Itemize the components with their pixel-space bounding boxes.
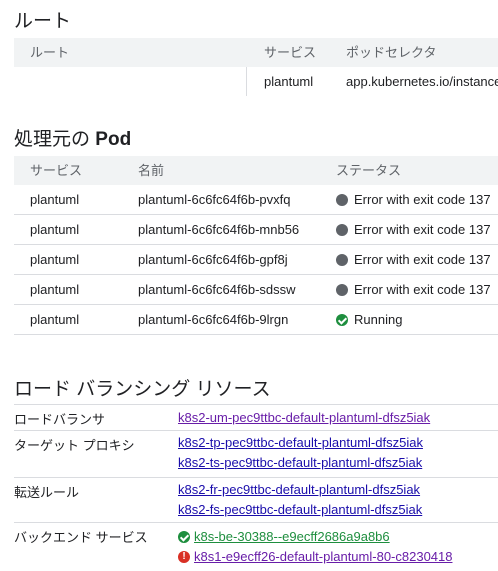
pods-header-row: サービス 名前 ステータス xyxy=(14,156,498,185)
lb-label-backend-service: バックエンド サービス xyxy=(14,530,148,545)
route-selector-cell: app.kubernetes.io/instance xyxy=(346,74,498,89)
column-divider xyxy=(246,67,247,96)
pod-status: Error with exit code 137 xyxy=(336,275,491,304)
routes-title: ルート xyxy=(14,11,72,32)
pod-name: plantuml-6c6fc64f6b-mnb56 xyxy=(138,222,300,237)
routes-col-service: サービス xyxy=(264,45,317,60)
route-service-cell: plantuml xyxy=(264,74,314,89)
pod-name: plantuml-6c6fc64f6b-pvxfq xyxy=(138,192,291,207)
pod-row: plantuml plantuml-6c6fc64f6b-gpf8j Error… xyxy=(14,245,498,275)
pod-row: plantuml plantuml-6c6fc64f6b-pvxfq Error… xyxy=(14,185,498,215)
pod-status-text: Error with exit code 137 xyxy=(354,282,491,297)
lb-row-target-proxy: ターゲット プロキシ k8s2-tp-pec9ttbc-default-plan… xyxy=(14,430,498,477)
pod-row: plantuml plantuml-6c6fc64f6b-mnb56 Error… xyxy=(14,215,498,245)
pods-table: サービス 名前 ステータス plantuml plantuml-6c6fc64f… xyxy=(14,156,498,335)
pods-col-name: 名前 xyxy=(138,163,165,178)
pods-col-service: サービス xyxy=(30,163,83,178)
target-proxy-link[interactable]: k8s2-tp-pec9ttbc-default-plantuml-dfsz5i… xyxy=(178,433,423,453)
routes-col-selector: ポッドセレクタ xyxy=(346,45,437,60)
pod-status-text: Error with exit code 137 xyxy=(354,252,491,267)
pod-service: plantuml xyxy=(30,222,80,237)
lb-label-load-balancer: ロードバランサ xyxy=(14,412,106,427)
lb-row-forwarding-rule: 転送ルール k8s2-fr-pec9ttbc-default-plantuml-… xyxy=(14,477,498,522)
backend-service-item: ! k8s1-e9ecff26-default-plantuml-80-c823… xyxy=(178,547,452,567)
pod-status-text: Running xyxy=(354,312,403,327)
check-circle-icon xyxy=(178,531,190,543)
pod-row: plantuml plantuml-6c6fc64f6b-9lrgn Runni… xyxy=(14,305,498,335)
lb-row-backend-service: バックエンド サービス k8s-be-30388--e9ecff2686a9a8… xyxy=(14,522,498,571)
exclamation-circle-icon: ! xyxy=(178,551,190,563)
routes-col-route: ルート xyxy=(30,45,70,60)
lb-row-load-balancer: ロードバランサ k8s2-um-pec9ttbc-default-plantum… xyxy=(14,404,498,430)
lb-title: ロード バランシング リソース xyxy=(14,379,271,400)
pod-row: plantuml plantuml-6c6fc64f6b-sdssw Error… xyxy=(14,275,498,305)
pod-status: Running xyxy=(336,305,402,334)
pod-service: plantuml xyxy=(30,282,80,297)
error-circle-icon xyxy=(336,254,348,266)
pod-service: plantuml xyxy=(30,192,80,207)
pod-name: plantuml-6c6fc64f6b-9lrgn xyxy=(138,312,289,327)
pod-service: plantuml xyxy=(30,312,80,327)
pods-title: 処理元の Pod xyxy=(14,124,131,151)
error-circle-icon xyxy=(336,284,348,296)
pod-status: Error with exit code 137 xyxy=(336,185,491,214)
backend-service-link[interactable]: k8s-be-30388--e9ecff2686a9a8b6 xyxy=(194,527,390,547)
lb-resources-table: ロードバランサ k8s2-um-pec9ttbc-default-plantum… xyxy=(14,404,498,571)
forwarding-rule-link[interactable]: k8s2-fs-pec9ttbc-default-plantuml-dfsz5i… xyxy=(178,500,422,520)
pod-status-text: Error with exit code 137 xyxy=(354,222,491,237)
backend-service-item: k8s-be-30388--e9ecff2686a9a8b6 xyxy=(178,527,452,547)
error-circle-icon xyxy=(336,194,348,206)
pod-status: Error with exit code 137 xyxy=(336,245,491,274)
error-circle-icon xyxy=(336,224,348,236)
pod-status-text: Error with exit code 137 xyxy=(354,192,491,207)
pod-name: plantuml-6c6fc64f6b-gpf8j xyxy=(138,252,288,267)
routes-table: ルート サービス ポッドセレクタ plantuml app.kubernetes… xyxy=(14,38,498,96)
lb-label-forwarding-rule: 転送ルール xyxy=(14,485,80,500)
pods-col-status: ステータス xyxy=(336,163,402,178)
target-proxy-link[interactable]: k8s2-ts-pec9ttbc-default-plantuml-dfsz5i… xyxy=(178,453,423,473)
pods-title-prefix: 処理元の xyxy=(14,129,91,150)
routes-header-row: ルート サービス ポッドセレクタ xyxy=(14,38,498,67)
routes-row: plantuml app.kubernetes.io/instance xyxy=(14,67,498,96)
pods-title-bold: Pod xyxy=(95,129,132,150)
pod-status: Error with exit code 137 xyxy=(336,215,491,244)
pod-service: plantuml xyxy=(30,252,80,267)
lb-label-target-proxy: ターゲット プロキシ xyxy=(14,438,135,453)
forwarding-rule-link[interactable]: k8s2-fr-pec9ttbc-default-plantuml-dfsz5i… xyxy=(178,480,422,500)
check-circle-icon xyxy=(336,314,348,326)
pod-name: plantuml-6c6fc64f6b-sdssw xyxy=(138,282,296,297)
backend-service-link[interactable]: k8s1-e9ecff26-default-plantuml-80-c82304… xyxy=(194,547,452,567)
load-balancer-link[interactable]: k8s2-um-pec9ttbc-default-plantuml-dfsz5i… xyxy=(178,408,430,428)
